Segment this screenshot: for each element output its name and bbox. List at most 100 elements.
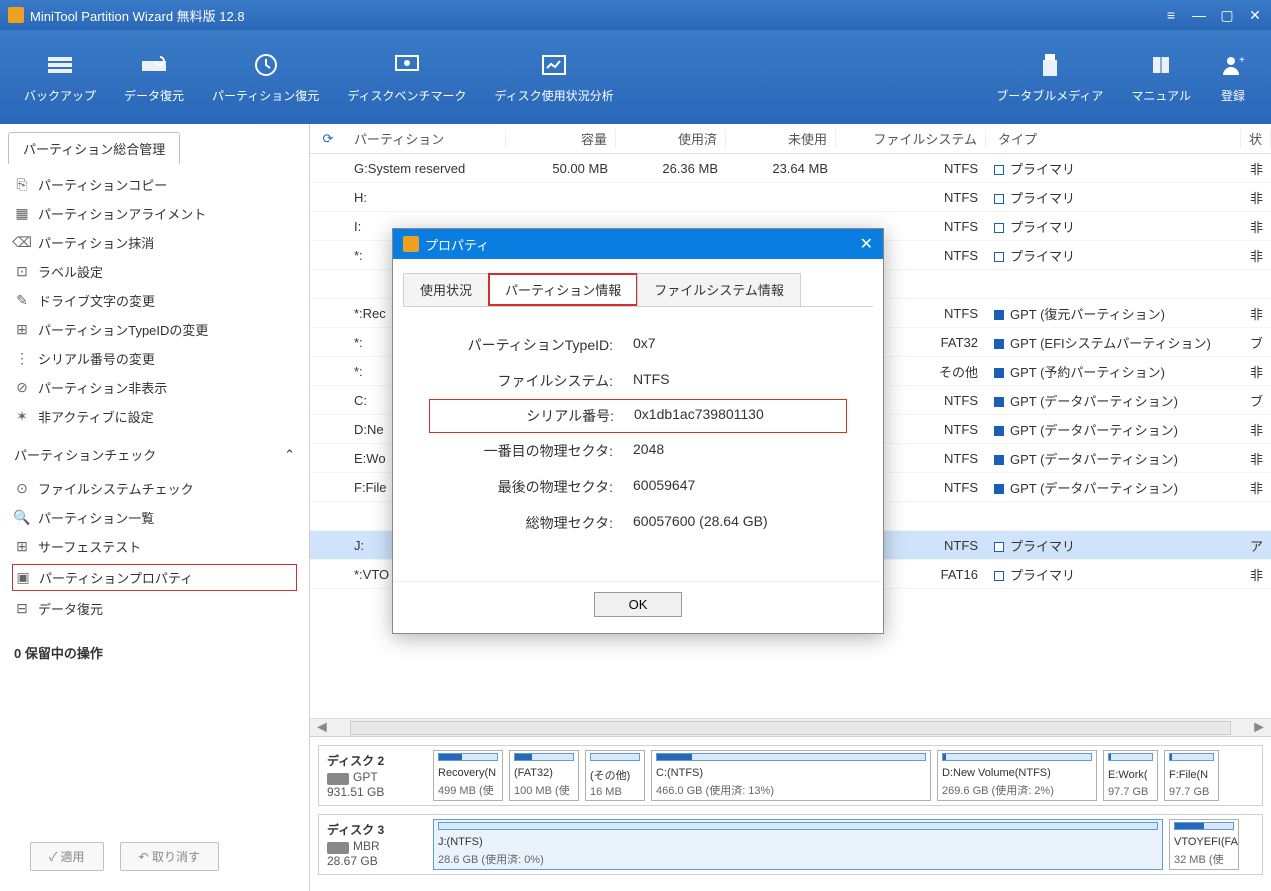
op-icon: ⋮: [14, 351, 30, 367]
toolbar-bootable-media[interactable]: ブータブルメディア: [982, 43, 1117, 112]
partition-box[interactable]: J:(NTFS)28.6 GB (使用済: 0%): [433, 819, 1163, 870]
sidebar-item-label: シリアル番号の変更: [38, 349, 155, 368]
sidebar-check-item[interactable]: ⊙ ファイルシステムチェック: [0, 474, 309, 503]
sidebar-check-item[interactable]: ▣パーティションプロパティ: [12, 564, 297, 591]
sidebar-op-item[interactable]: ✶ 非アクティブに設定: [0, 402, 309, 431]
property-table: パーティションTypeID: 0x7ファイルシステム: NTFSシリアル番号: …: [403, 307, 873, 571]
partition-box[interactable]: (FAT32)100 MB (使: [509, 750, 579, 801]
partition-box[interactable]: C:(NTFS)466.0 GB (使用済: 13%): [651, 750, 931, 801]
sidebar-item-label: パーティションアライメント: [38, 204, 206, 223]
partition-box[interactable]: D:New Volume(NTFS)269.6 GB (使用済: 2%): [937, 750, 1097, 801]
horizontal-scrollbar[interactable]: ◄►: [310, 718, 1271, 736]
op-icon: ⊘: [14, 380, 30, 396]
th-type[interactable]: タイプ: [986, 129, 1241, 148]
check-icon: ⊙: [14, 481, 30, 497]
sidebar-check-item[interactable]: ⊞サーフェステスト: [0, 532, 309, 561]
disk-row: ディスク 3 MBR 28.67 GB J:(NTFS)28.6 GB (使用済…: [318, 814, 1263, 875]
dialog-tab[interactable]: ファイルシステム情報: [637, 273, 801, 306]
properties-dialog: プロパティ ✕ 使用状況パーティション情報ファイルシステム情報 パーティションT…: [392, 228, 884, 634]
disk-icon: [327, 773, 349, 785]
usb-icon: [1036, 51, 1064, 79]
sidebar-item-label: ファイルシステムチェック: [38, 479, 194, 498]
disk-map: ディスク 2 GPT 931.51 GB Recovery(N499 MB (使…: [310, 736, 1271, 891]
op-icon: ⊞: [14, 322, 30, 338]
sidebar-op-item[interactable]: ⌫パーティション抹消: [0, 228, 309, 257]
sidebar-op-item[interactable]: ✎ドライブ文字の変更: [0, 286, 309, 315]
partition-box[interactable]: VTOYEFI(FA32 MB (使: [1169, 819, 1239, 870]
property-value: 60057600 (28.64 GB): [633, 513, 843, 533]
th-partition[interactable]: パーティション: [346, 129, 506, 148]
menu-icon[interactable]: ≡: [1163, 7, 1179, 23]
book-icon: [1147, 51, 1175, 79]
op-icon: ✶: [14, 409, 30, 425]
sidebar-op-item[interactable]: ⋮ シリアル番号の変更: [0, 344, 309, 373]
close-icon[interactable]: ✕: [1247, 7, 1263, 23]
undo-button[interactable]: ↶ 取り消す: [120, 842, 219, 871]
disk-row: ディスク 2 GPT 931.51 GB Recovery(N499 MB (使…: [318, 745, 1263, 806]
sidebar-item-label: パーティション一覧: [38, 508, 154, 527]
op-icon: ⌫: [14, 235, 30, 251]
op-icon: ▦: [14, 206, 30, 222]
th-filesystem[interactable]: ファイルシステム: [836, 129, 986, 148]
disk-refresh-icon: [140, 51, 168, 79]
disk-icon: [327, 842, 349, 854]
sidebar-check-item[interactable]: 🔍パーティション一覧: [0, 503, 309, 532]
sidebar-op-item[interactable]: ⊘パーティション非表示: [0, 373, 309, 402]
toolbar-backup[interactable]: バックアップ: [10, 43, 110, 112]
titlebar: MiniTool Partition Wizard 無料版 12.8 ≡ — ▢…: [0, 0, 1271, 30]
toolbar-partition-recovery[interactable]: パーティション復元: [198, 43, 333, 112]
property-value: 0x1db1ac739801130: [634, 406, 842, 426]
partition-box[interactable]: Recovery(N499 MB (使: [433, 750, 503, 801]
th-capacity[interactable]: 容量: [506, 129, 616, 148]
toolbar-data-recovery[interactable]: データ復元: [110, 43, 198, 112]
check-icon: ⊞: [14, 539, 30, 555]
sidebar-tab[interactable]: パーティション総合管理: [8, 132, 180, 164]
minimize-icon[interactable]: —: [1191, 7, 1207, 23]
property-value: 2048: [633, 441, 843, 461]
sidebar-op-item[interactable]: ▦ パーティションアライメント: [0, 199, 309, 228]
window-title: MiniTool Partition Wizard 無料版 12.8: [30, 6, 1163, 25]
toolbar-disk-usage[interactable]: ディスク使用状況分析: [480, 43, 627, 112]
partition-box[interactable]: (その他)16 MB: [585, 750, 645, 801]
toolbar-register[interactable]: + 登録: [1205, 43, 1261, 112]
chevron-up-icon: ⌃: [284, 447, 295, 463]
property-label: パーティションTypeID:: [433, 335, 633, 355]
table-row[interactable]: H: NTFS プライマリ 非: [310, 183, 1271, 212]
sidebar-op-item[interactable]: ⊡ ラベル設定: [0, 257, 309, 286]
toolbar-label: マニュアル: [1131, 87, 1191, 104]
toolbar-label: ディスクベンチマーク: [347, 87, 466, 104]
dialog-tab[interactable]: パーティション情報: [488, 273, 638, 306]
th-used[interactable]: 使用済: [616, 129, 726, 148]
toolbar-benchmark[interactable]: ディスクベンチマーク: [333, 43, 480, 112]
toolbar-label: ブータブルメディア: [996, 87, 1103, 104]
partition-box[interactable]: E:Work(97.7 GB: [1103, 750, 1158, 801]
th-unused[interactable]: 未使用: [726, 129, 836, 148]
partition-box[interactable]: F:File(N97.7 GB: [1164, 750, 1219, 801]
ok-button[interactable]: OK: [594, 592, 683, 617]
sidebar-op-item[interactable]: ⎘パーティションコピー: [0, 170, 309, 199]
dialog-icon: [403, 236, 419, 252]
sidebar-item-label: 非アクティブに設定: [38, 407, 154, 426]
sidebar-check-item[interactable]: ⊟データ復元: [0, 594, 309, 623]
sidebar-item-label: ラベル設定: [38, 262, 103, 281]
disk-label: ディスク 2 GPT 931.51 GB: [323, 750, 427, 801]
property-label: 最後の物理セクタ:: [433, 477, 633, 497]
op-icon: ⊡: [14, 264, 30, 280]
pending-operations: 0 保留中の操作: [0, 629, 309, 676]
refresh-icon[interactable]: ⟳: [310, 131, 346, 147]
property-row: シリアル番号: 0x1db1ac739801130: [429, 399, 847, 433]
sidebar-check-header[interactable]: パーティションチェック ⌃: [0, 437, 309, 468]
apply-button[interactable]: ✓ 適用: [30, 842, 104, 871]
dialog-title: プロパティ: [425, 235, 860, 254]
maximize-icon[interactable]: ▢: [1219, 7, 1235, 23]
toolbar-manual[interactable]: マニュアル: [1117, 43, 1205, 112]
dialog-close-icon[interactable]: ✕: [860, 234, 873, 254]
app-icon: [8, 7, 24, 23]
main-toolbar: バックアップ データ復元 パーティション復元 ディスクベンチマーク ディスク使用…: [0, 30, 1271, 124]
table-row[interactable]: G:System reserved 50.00 MB 26.36 MB 23.6…: [310, 154, 1271, 183]
th-status[interactable]: 状: [1241, 129, 1271, 148]
dialog-tab[interactable]: 使用状況: [403, 273, 489, 306]
sidebar-op-item[interactable]: ⊞パーティションTypeIDの変更: [0, 315, 309, 344]
property-row: 一番目の物理セクタ: 2048: [433, 433, 843, 469]
disk-stack-icon: [46, 51, 74, 79]
